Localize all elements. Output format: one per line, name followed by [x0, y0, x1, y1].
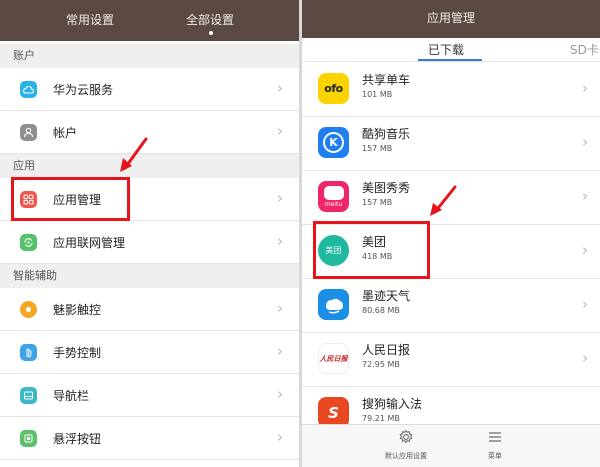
- chevron-right-icon: ›: [582, 241, 588, 259]
- meitu-face-shape: [323, 185, 344, 200]
- app-row-moji-weather[interactable]: 墨迹天气 80.68 MB ›: [302, 279, 600, 333]
- settings-header: 常用设置 全部设置: [0, 0, 299, 41]
- app-row-ofo[interactable]: ofo 共享单车 101 MB ›: [302, 63, 600, 117]
- settings-panel: 常用设置 全部设置 账户 华为云服务 › 帐户 › 应用 应用管理 › 应用联网…: [0, 0, 299, 467]
- app-row-peoples-daily[interactable]: 人民日报 人民日报 72.95 MB ›: [302, 333, 600, 387]
- app-size: 72.95 MB: [362, 360, 400, 369]
- chevron-right-icon: ›: [582, 187, 588, 205]
- app-manager-tabs: 已下载 SD卡: [302, 38, 600, 62]
- page-title: 应用管理: [426, 11, 475, 25]
- active-tab-underline: [418, 59, 482, 61]
- settings-item-label: 帐户: [53, 126, 78, 140]
- settings-item-shadow-touch[interactable]: 魅影触控 ›: [0, 288, 299, 331]
- section-header-account: 账户: [0, 44, 299, 68]
- app-name: 共享单车: [362, 73, 411, 87]
- settings-item-float-button[interactable]: 悬浮按钮 ›: [0, 417, 299, 460]
- kugou-logo-text: K: [323, 132, 344, 153]
- app-name: 酷狗音乐: [362, 127, 411, 141]
- annotation-arrow: [120, 137, 148, 172]
- chevron-right-icon: ›: [582, 295, 588, 313]
- user-icon: [20, 124, 37, 141]
- gear-icon: [399, 429, 413, 444]
- settings-item-label: 应用联网管理: [53, 236, 126, 250]
- section-header-assist: 智能辅助: [0, 264, 299, 288]
- navbar-icon: [20, 387, 37, 404]
- ofo-app-icon: ofo: [318, 73, 349, 104]
- highlight-box: [313, 221, 430, 279]
- active-tab-indicator: [209, 31, 213, 35]
- settings-item-app-network[interactable]: 应用联网管理 ›: [0, 221, 299, 264]
- chevron-right-icon: ›: [277, 232, 283, 250]
- tab-all-settings[interactable]: 全部设置: [186, 11, 234, 28]
- screenshot-root: 常用设置 全部设置 账户 华为云服务 › 帐户 › 应用 应用管理 › 应用联网…: [0, 0, 600, 467]
- chevron-right-icon: ›: [277, 299, 283, 317]
- cloud-icon: [20, 81, 37, 98]
- meitu-app-icon: meitu: [318, 181, 349, 212]
- highlight-box: [11, 177, 130, 221]
- app-size: 80.68 MB: [362, 306, 400, 315]
- ofo-logo-text: ofo: [324, 82, 343, 95]
- app-size: 79.21 MB: [362, 414, 400, 423]
- chevron-right-icon: ›: [277, 189, 283, 207]
- settings-item-label: 悬浮按钮: [53, 432, 102, 446]
- touch-icon: [20, 301, 37, 318]
- chevron-right-icon: ›: [582, 349, 588, 367]
- meitu-logo-text: meitu: [324, 200, 343, 208]
- peoples-daily-logo-text: 人民日报: [319, 354, 348, 363]
- settings-item-label: 魅影触控: [53, 303, 102, 317]
- default-app-settings-button[interactable]: 默认应用设置: [374, 429, 438, 461]
- chevron-right-icon: ›: [277, 79, 283, 97]
- settings-item-navbar[interactable]: 导航栏 ›: [0, 374, 299, 417]
- app-size: 157 MB: [362, 198, 393, 207]
- chevron-right-icon: ›: [582, 79, 588, 97]
- app-name: 墨迹天气: [362, 289, 411, 303]
- app-name: 美图秀秀: [362, 181, 411, 195]
- chevron-right-icon: ›: [277, 385, 283, 403]
- chevron-right-icon: ›: [582, 133, 588, 151]
- settings-item-label: 手势控制: [53, 346, 102, 360]
- settings-item-huawei-cloud[interactable]: 华为云服务 ›: [0, 68, 299, 111]
- chevron-right-icon: ›: [277, 122, 283, 140]
- app-size: 101 MB: [362, 90, 393, 99]
- tab-downloaded[interactable]: 已下载: [428, 41, 464, 58]
- menu-icon: [489, 432, 501, 442]
- tab-sd-card[interactable]: SD卡: [570, 41, 599, 58]
- menu-label: 菜单: [488, 452, 502, 460]
- chevron-right-icon: ›: [277, 342, 283, 360]
- chevron-right-icon: ›: [277, 428, 283, 446]
- float-button-icon: [20, 430, 37, 447]
- sogou-logo-text: S: [328, 403, 339, 422]
- kugou-app-icon: K: [318, 127, 349, 158]
- bottom-action-bar: 默认应用设置 菜单: [302, 424, 600, 467]
- settings-item-label: 导航栏: [53, 389, 90, 403]
- app-name: 人民日报: [362, 343, 411, 357]
- weather-cloud-icon: [325, 298, 343, 313]
- weather-app-icon: [318, 289, 349, 320]
- network-icon: [20, 234, 37, 251]
- app-manager-header: 应用管理: [302, 0, 600, 38]
- app-size: 157 MB: [362, 144, 393, 153]
- annotation-arrow: [430, 185, 457, 216]
- peoples-daily-app-icon: 人民日报: [318, 343, 349, 374]
- settings-item-label: 华为云服务: [53, 83, 114, 97]
- tab-common-settings[interactable]: 常用设置: [66, 11, 114, 28]
- app-name: 搜狗输入法: [362, 397, 423, 411]
- settings-item-gesture[interactable]: 手势控制 ›: [0, 331, 299, 374]
- app-row-kugou[interactable]: K 酷狗音乐 157 MB ›: [302, 117, 600, 171]
- app-manager-panel: 应用管理 已下载 SD卡 ofo 共享单车 101 MB › K 酷狗音乐 15…: [302, 0, 600, 467]
- menu-button[interactable]: 菜单: [480, 429, 510, 461]
- default-app-settings-label: 默认应用设置: [385, 452, 427, 460]
- hand-gesture-icon: [20, 344, 37, 361]
